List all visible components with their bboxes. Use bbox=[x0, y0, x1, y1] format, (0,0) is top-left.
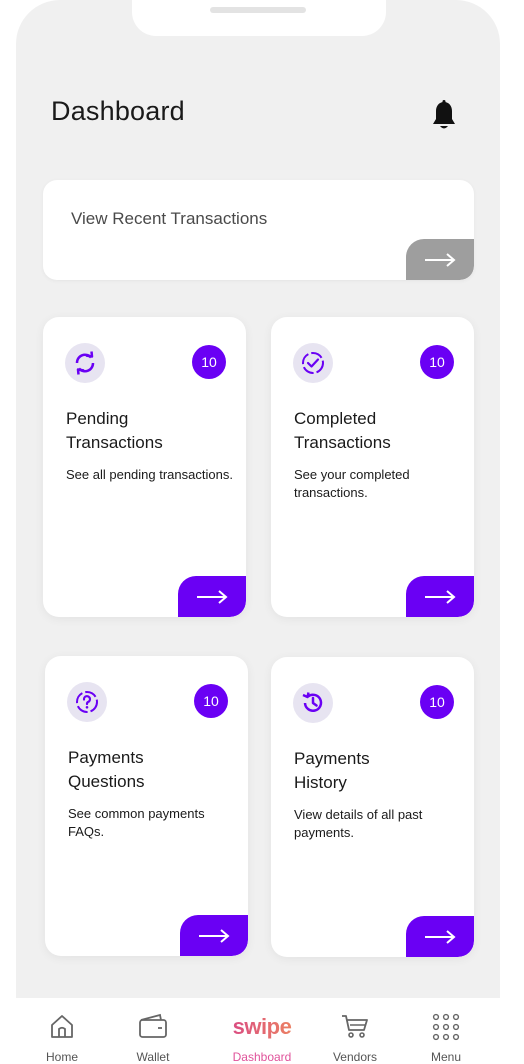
arrow-right-icon bbox=[425, 929, 456, 944]
card-title: Payments Questions bbox=[68, 746, 238, 794]
grid-menu-icon bbox=[432, 1013, 460, 1041]
card-title: Pending Transactions bbox=[66, 407, 236, 455]
arrow-right-icon bbox=[425, 252, 456, 267]
payments-questions-button[interactable] bbox=[180, 915, 248, 956]
card-title-line: Pending bbox=[66, 409, 129, 428]
card-description: View details of all past payments. bbox=[294, 807, 423, 840]
card-title-line: Questions bbox=[68, 772, 145, 791]
completed-transactions-button[interactable] bbox=[406, 576, 474, 617]
card-description: See all pending transactions. bbox=[66, 467, 233, 482]
notch bbox=[132, 0, 386, 36]
cart-icon bbox=[342, 1015, 368, 1038]
pending-transactions-card[interactable]: 10 Pending Transactions See all pending … bbox=[43, 317, 246, 617]
card-description: See your completed transactions. bbox=[294, 467, 410, 500]
recent-transactions-card[interactable]: View Recent Transactions bbox=[43, 180, 474, 280]
arrow-right-icon bbox=[197, 589, 228, 604]
home-icon bbox=[51, 1015, 73, 1038]
bell-icon[interactable] bbox=[430, 100, 458, 132]
payments-history-button[interactable] bbox=[406, 916, 474, 957]
card-title-line: Transactions bbox=[294, 433, 391, 452]
recent-transactions-label: View Recent Transactions bbox=[71, 209, 268, 228]
payments-questions-card[interactable]: 10 Payments Questions See common payment… bbox=[45, 656, 248, 956]
card-title-line: Transactions bbox=[66, 433, 163, 452]
refresh-icon bbox=[65, 343, 105, 383]
recent-transactions-button[interactable] bbox=[406, 239, 474, 280]
question-circle-icon bbox=[67, 682, 107, 722]
phone-frame: Dashboard View Recent Transactions 10 Pe… bbox=[16, 0, 500, 1062]
card-title-line: History bbox=[294, 773, 347, 792]
nav-wallet[interactable]: Wallet bbox=[108, 998, 198, 1064]
arrow-right-icon bbox=[199, 928, 230, 943]
questions-count-badge: 10 bbox=[194, 684, 228, 718]
nav-menu[interactable]: Menu bbox=[401, 998, 491, 1064]
card-title: Payments History bbox=[294, 747, 464, 795]
card-title-line: Payments bbox=[68, 748, 144, 767]
history-count-badge: 10 bbox=[420, 685, 454, 719]
check-circle-icon bbox=[293, 343, 333, 383]
nav-home[interactable]: Home bbox=[17, 998, 107, 1064]
payments-history-card[interactable]: 10 Payments History View details of all … bbox=[271, 657, 474, 957]
arrow-right-icon bbox=[425, 589, 456, 604]
card-title-line: Payments bbox=[294, 749, 370, 768]
nav-dashboard[interactable]: swipe Dashboard bbox=[217, 998, 307, 1064]
card-description: See common payments FAQs. bbox=[68, 806, 205, 839]
wallet-icon bbox=[139, 1013, 167, 1038]
card-title: Completed Transactions bbox=[294, 407, 464, 455]
pending-transactions-button[interactable] bbox=[178, 576, 246, 617]
completed-transactions-card[interactable]: 10 Completed Transactions See your compl… bbox=[271, 317, 474, 617]
bottom-nav: Home Wallet swipe Dashboard Vendors Menu bbox=[0, 998, 524, 1064]
swipe-logo: swipe bbox=[217, 1014, 307, 1040]
history-icon bbox=[293, 683, 333, 723]
pending-count-badge: 10 bbox=[192, 345, 226, 379]
nav-vendors[interactable]: Vendors bbox=[310, 998, 400, 1064]
page-title: Dashboard bbox=[51, 96, 185, 126]
card-title-line: Completed bbox=[294, 409, 377, 428]
completed-count-badge: 10 bbox=[420, 345, 454, 379]
notch-bar bbox=[210, 7, 306, 13]
